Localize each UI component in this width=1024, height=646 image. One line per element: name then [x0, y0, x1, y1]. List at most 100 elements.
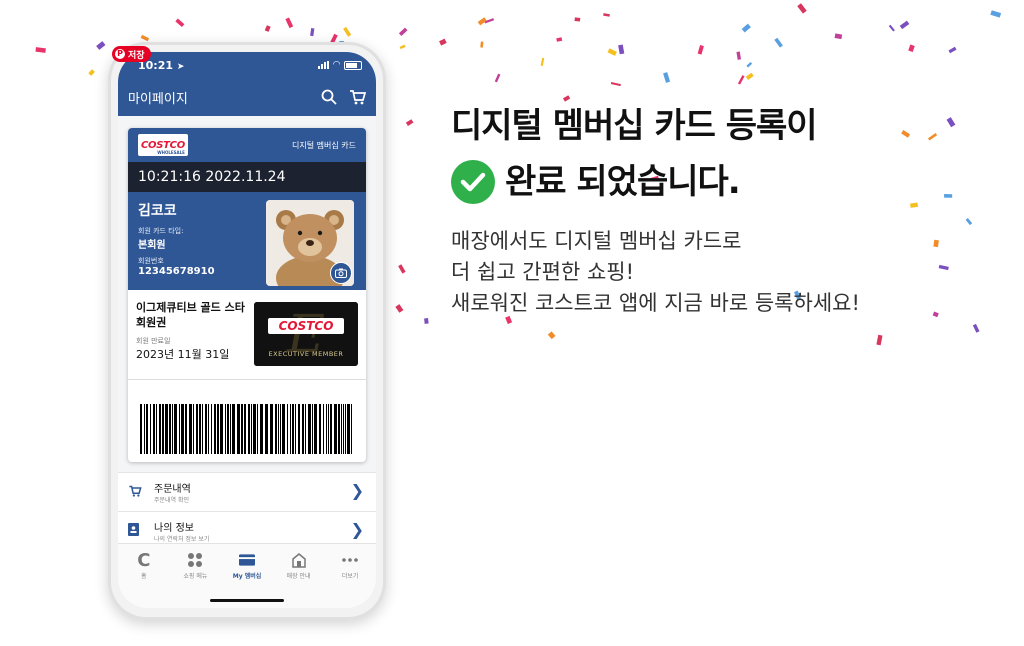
barcode-bar [241, 404, 243, 454]
confetti-piece [972, 323, 980, 333]
menu-item-subtitle: 나의 연락처 정보 보기 [154, 536, 210, 543]
home-indicator [210, 599, 284, 602]
barcode-bar [205, 404, 207, 454]
barcode-bar [165, 404, 168, 454]
confetti-piece [175, 18, 185, 28]
menu-item-orders[interactable]: 주문내역 주문내역 확인 ❯ [118, 472, 376, 511]
confetti-piece [398, 27, 408, 36]
description-line1: 매장에서도 디지털 멤버십 카드로 [451, 229, 742, 253]
barcode-bar [193, 404, 194, 454]
member-info: 김코코 회원 카드 타입: 본회원 회원번호 12345678910 [128, 192, 366, 290]
barcode-bar [323, 404, 324, 454]
barcode-bar [162, 404, 164, 454]
barcode-bar [341, 404, 342, 454]
menu-item-title: 주문내역 [154, 484, 191, 495]
more-icon [342, 552, 358, 568]
costco-logo: COSTCO WHOLESALE [138, 134, 188, 156]
barcode-bar [156, 404, 157, 454]
barcode-bar [338, 404, 340, 454]
barcode-bar [232, 404, 235, 454]
cart-icon[interactable] [349, 89, 366, 105]
confetti-piece [774, 37, 783, 48]
barcode-bar [319, 404, 321, 454]
executive-card-image: E COSTCO EXECUTIVE MEMBER [254, 302, 358, 366]
confetti-piece [736, 51, 741, 60]
barcode-bar [290, 404, 291, 454]
confetti-piece [424, 318, 429, 324]
home-c-icon: C [137, 549, 151, 571]
tab-label: 쇼핑 메뉴 [183, 573, 208, 580]
barcode-bar [253, 404, 256, 454]
confetti-piece [343, 26, 352, 37]
confetti-piece [746, 62, 753, 68]
pinterest-save-badge[interactable]: P 저장 [112, 46, 151, 62]
headline-line2: 완료 되었습니다. [505, 162, 741, 202]
confetti-piece [439, 38, 447, 46]
confetti-piece [540, 57, 545, 67]
barcode-bar [351, 404, 352, 454]
camera-icon[interactable] [330, 262, 352, 284]
executive-title: 이그제큐티브 골드 스타 회원권 [136, 301, 245, 329]
barcode-bar [144, 404, 145, 454]
confetti-piece [556, 37, 563, 42]
barcode-bar [199, 404, 201, 454]
barcode-bar [278, 404, 279, 454]
barcode-bar [153, 404, 155, 454]
membership-barcode [140, 404, 352, 454]
confetti-piece [990, 10, 1002, 18]
barcode-bar [159, 404, 161, 454]
confetti-piece [876, 334, 883, 346]
barcode-bar [295, 404, 296, 454]
confetti-piece [484, 18, 495, 24]
barcode-bar [282, 404, 285, 454]
card-icon [238, 552, 255, 568]
barcode-bar [211, 404, 212, 454]
confetti-piece [285, 17, 294, 29]
store-icon [291, 552, 307, 568]
location-arrow-icon: ➤ [176, 61, 185, 72]
confetti-piece [480, 41, 484, 48]
pinterest-icon: P [115, 49, 125, 59]
exec-card-text: EXECUTIVE MEMBER [268, 350, 344, 358]
confetti-piece [932, 311, 939, 318]
page-title: 마이페이지 [128, 91, 188, 107]
signal-icon [318, 61, 330, 69]
confetti-piece [741, 23, 751, 33]
confetti-piece [547, 331, 556, 340]
confetti-piece [965, 218, 973, 226]
menu-list: 주문내역 주문내역 확인 ❯ 나의 정보나의 연락처 정보 보기 ❯ [118, 472, 376, 550]
confetti-piece [264, 25, 271, 32]
chevron-right-icon: ❯ [350, 481, 364, 500]
confetti-piece [574, 17, 581, 22]
barcode-bar [202, 404, 203, 454]
barcode-bar [298, 404, 300, 454]
barcode-bar [227, 404, 229, 454]
confetti-piece [745, 72, 754, 81]
barcode-bar [251, 404, 252, 454]
confetti-piece [888, 24, 895, 32]
status-bar: 10:21 ➤ ◠ [118, 52, 376, 78]
barcode-bar [189, 404, 192, 454]
barcode-bar [260, 404, 263, 454]
member-photo [266, 200, 354, 286]
tab-label: 더보기 [341, 573, 359, 580]
barcode-bar [280, 404, 281, 454]
tab-more[interactable]: 더보기 [324, 544, 376, 608]
confetti-piece [96, 41, 106, 50]
confetti-piece [477, 17, 487, 26]
search-icon[interactable] [321, 89, 337, 105]
tab-label: 홈 [141, 573, 147, 580]
bottom-tab-bar: C 홈 쇼핑 메뉴 My 멤버십 매장 안내 더보기 [118, 543, 376, 608]
barcode-bar [185, 404, 187, 454]
menu-item-title: 나의 정보 [154, 523, 194, 534]
tab-home[interactable]: C 홈 [118, 544, 170, 608]
barcode-bar [237, 404, 240, 454]
battery-icon [344, 60, 362, 70]
barcode-bar [208, 404, 209, 454]
confetti-piece [944, 194, 953, 198]
barcode-bar [150, 404, 151, 454]
barcode-bar [334, 404, 337, 454]
barcode-bar [330, 404, 332, 454]
card-header: COSTCO WHOLESALE 디지털 멤버십 카드 [128, 128, 366, 162]
barcode-bar [275, 404, 277, 454]
